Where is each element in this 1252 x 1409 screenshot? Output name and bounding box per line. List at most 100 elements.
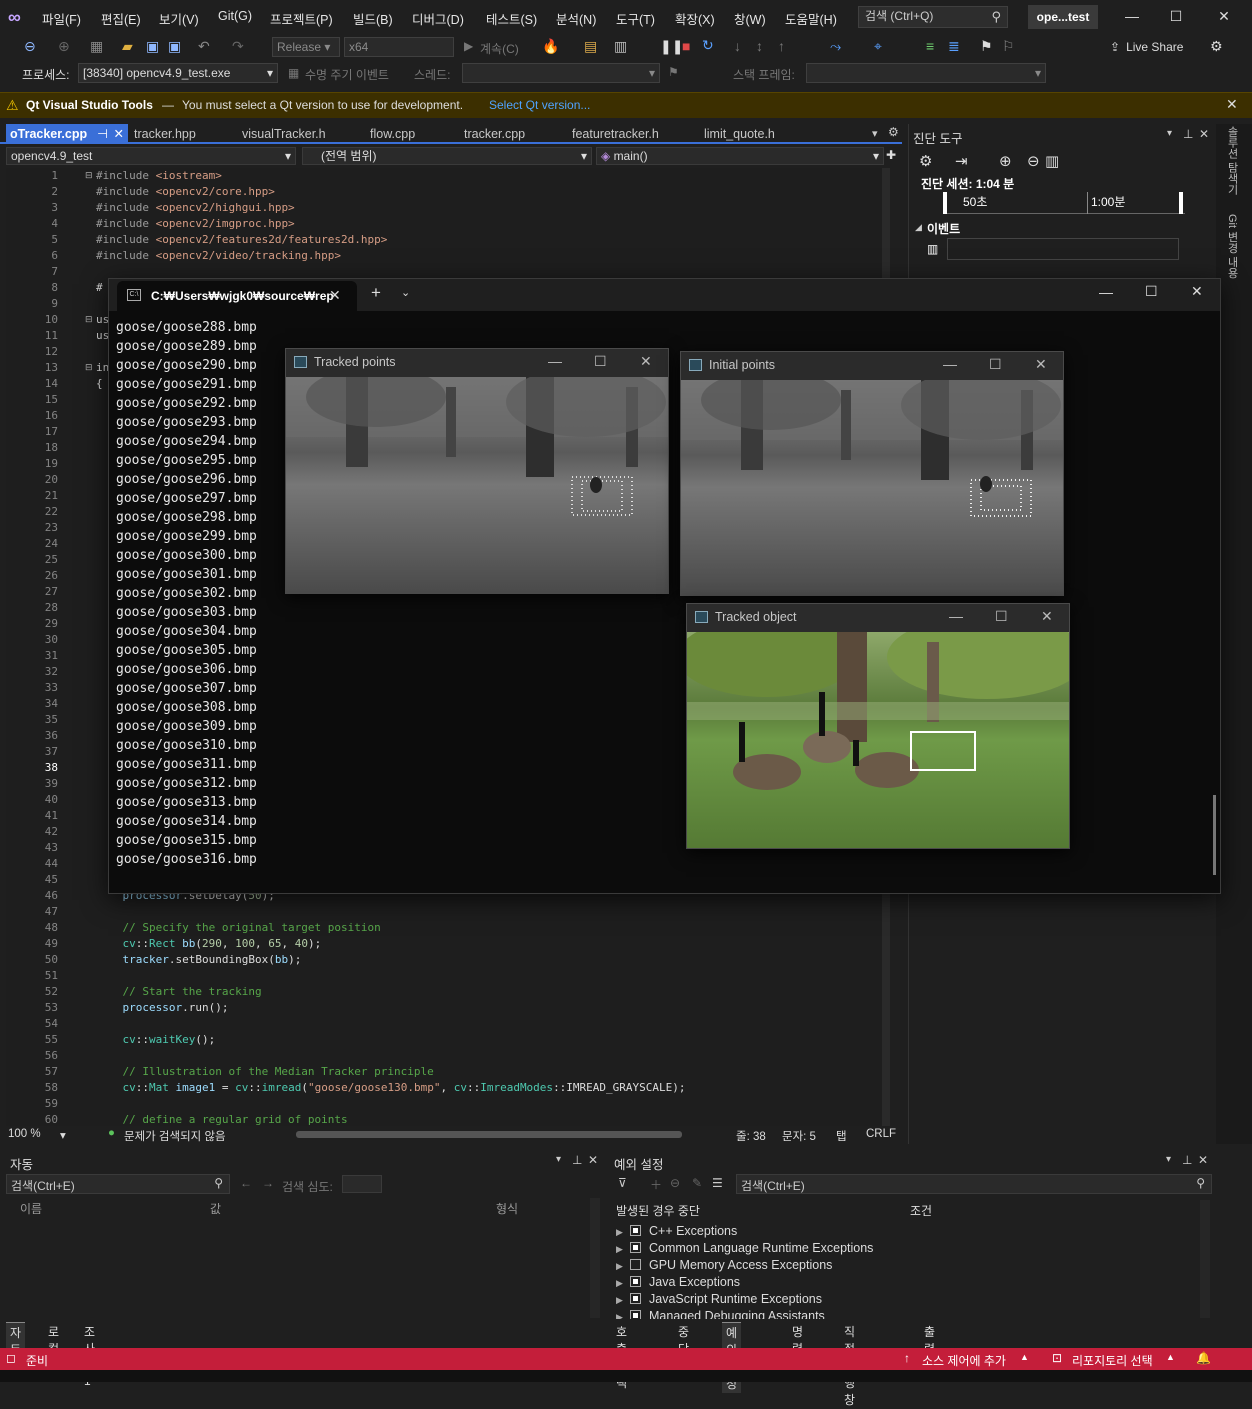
panel-menu-icon[interactable]: ▾ [556, 1154, 561, 1165]
autos-search-input[interactable]: 검색(Ctrl+E) ⚲ [6, 1174, 230, 1194]
open-folder-icon[interactable]: ▰ [122, 38, 133, 55]
configuration-select[interactable]: Release ▾ [272, 37, 340, 57]
exception-checkbox[interactable] [630, 1310, 641, 1319]
solution-explorer-side-tab[interactable]: 솔루션 탐색기 [1226, 126, 1240, 206]
lifecycle-events-icon[interactable]: ▦ [288, 66, 299, 80]
minimize-button[interactable]: — [949, 608, 963, 624]
cursor-icon[interactable]: ⌖ [874, 38, 882, 55]
timeline-ruler[interactable]: 50초 1:00분 [943, 192, 1185, 214]
forward-icon[interactable]: ⊕ [58, 38, 70, 55]
window-title-bar[interactable]: Tracked points — ☐ ✕ [286, 349, 668, 377]
col-condition-header[interactable]: 조건 [910, 1202, 932, 1219]
menu-item[interactable]: 파일(F) [42, 9, 81, 28]
select-qt-version-link[interactable]: Select Qt version... [489, 98, 590, 112]
output-icon[interactable]: ◻ [6, 1351, 16, 1365]
exception-checkbox[interactable] [630, 1225, 641, 1237]
maximize-button[interactable]: ☐ [989, 356, 1002, 373]
stackframe-select[interactable]: ▾ [806, 63, 1046, 83]
tab-dropdown-icon[interactable]: ⌄ [401, 286, 410, 299]
exception-row[interactable]: ▶ GPU Memory Access Exceptions [616, 1257, 1196, 1274]
zoom-level[interactable]: 100 % [8, 1128, 41, 1140]
tab-limit-quote-h[interactable]: limit_quote.h [700, 124, 816, 144]
exception-row[interactable]: ▶ Java Exceptions [616, 1274, 1196, 1291]
menu-item[interactable]: 확장(X) [675, 9, 715, 28]
col-value-header[interactable]: 값 [210, 1200, 221, 1217]
step-into-icon[interactable]: ↓ [734, 38, 741, 54]
terminal-tab[interactable]: C:\ C:₩Users₩wjgk0₩source₩rep ✕ [117, 281, 357, 311]
restart-icon[interactable]: ↻ [702, 37, 714, 54]
live-share-button[interactable]: ⇪ Live Share [1110, 40, 1183, 54]
maximize-button[interactable]: ☐ [594, 353, 607, 370]
collapse-icon[interactable]: ⊟ [85, 362, 93, 373]
tab-list-icon[interactable]: ▾ [872, 127, 878, 140]
uncomment-icon[interactable]: ≣ [948, 38, 960, 55]
git-changes-side-tab[interactable]: Git 변경 내용 [1226, 214, 1240, 294]
minimize-button[interactable]: — [943, 356, 957, 372]
step-over-icon[interactable]: ↕ [756, 38, 763, 54]
close-tab-icon[interactable]: ✕ [329, 287, 341, 304]
window-title-bar[interactable]: Initial points — ☐ ✕ [681, 352, 1063, 380]
timeline-end-marker[interactable] [1179, 192, 1183, 214]
project-name-badge[interactable]: ope...test [1028, 5, 1098, 29]
add-icon[interactable]: ＋ [650, 1176, 662, 1193]
pause-icon[interactable]: ❚❚ [660, 38, 683, 55]
prev-bookmark-icon[interactable]: ⚐ [1002, 38, 1015, 55]
tab-otracker-cpp[interactable]: oTracker.cpp ⊣ ✕ [6, 124, 128, 144]
lifecycle-events-label[interactable]: 수명 주기 이벤트 [305, 66, 389, 83]
zoom-out-icon[interactable]: ⊖ [1027, 152, 1040, 170]
issues-status[interactable]: 문제가 검색되지 않음 [124, 1128, 226, 1144]
menu-item[interactable]: 도구(T) [616, 9, 655, 28]
redo-icon[interactable]: ↷ [232, 38, 244, 55]
tab-tracker-hpp[interactable]: tracker.hpp [130, 124, 236, 144]
select-repository[interactable]: 리포지토리 선택 [1072, 1352, 1153, 1369]
pin-icon[interactable]: ⊥ [1183, 127, 1193, 141]
layout-icon[interactable]: ▥ [614, 38, 627, 55]
comment-icon[interactable]: ≡ [926, 38, 934, 54]
close-tab-icon[interactable]: ✕ [114, 124, 124, 144]
stop-icon[interactable]: ■ [682, 38, 690, 54]
exception-checkbox[interactable] [630, 1276, 641, 1288]
col-name-header[interactable]: 이름 [20, 1200, 42, 1217]
close-window-button[interactable]: ✕ [1041, 608, 1053, 625]
tab-featuretracker-h[interactable]: featuretracker.h [568, 124, 698, 144]
window-title-bar[interactable]: Tracked object — ☐ ✕ [687, 604, 1069, 632]
expand-arrow-icon[interactable]: ▶ [616, 1241, 630, 1258]
exception-checkbox[interactable] [630, 1259, 641, 1271]
hot-reload-icon[interactable]: 🔥 [542, 38, 559, 55]
col-break-header[interactable]: 발생된 경우 중단 [616, 1202, 700, 1219]
zoom-dropdown-icon[interactable]: ▾ [60, 1128, 66, 1142]
eol-indicator[interactable]: CRLF [866, 1128, 896, 1140]
menu-item[interactable]: 프로젝트(P) [270, 9, 333, 28]
back-arrow-icon[interactable]: ← [240, 1176, 252, 1190]
tab-flow-cpp[interactable]: flow.cpp [366, 124, 458, 144]
global-search-input[interactable]: 검색 (Ctrl+Q) ⚲ [858, 6, 1008, 28]
list-icon[interactable]: ☰ [712, 1176, 723, 1190]
minimize-button[interactable]: — [1099, 284, 1113, 300]
diagnostics-icon[interactable]: ⤳ [830, 38, 841, 55]
close-panel-icon[interactable]: ✕ [1198, 1153, 1208, 1167]
menu-item[interactable]: 빌드(B) [353, 9, 393, 28]
close-info-bar-icon[interactable]: ✕ [1226, 96, 1238, 113]
exception-row[interactable]: ▶ Common Language Runtime Exceptions [616, 1240, 1196, 1257]
column-indicator[interactable]: 문자: 5 [782, 1128, 816, 1144]
timeline-start-marker[interactable] [943, 192, 947, 214]
pin-tab-icon[interactable]: ⊣ [97, 124, 108, 144]
solution-explorer-icon[interactable]: ▤ [584, 38, 597, 55]
close-panel-icon[interactable]: ✕ [1199, 127, 1209, 141]
continue-icon[interactable]: ▶ [464, 39, 473, 53]
expand-events-icon[interactable]: ◢ [915, 222, 922, 233]
tab-tracker-cpp[interactable]: tracker.cpp [460, 124, 566, 144]
pin-icon[interactable]: ⊥ [572, 1153, 582, 1167]
collapse-icon[interactable]: ⊟ [85, 170, 93, 181]
remove-icon[interactable]: ⊖ [670, 1176, 680, 1190]
tab-indicator[interactable]: 탭 [836, 1128, 847, 1144]
close-panel-icon[interactable]: ✕ [588, 1153, 598, 1167]
settings-icon[interactable]: ⚙ [919, 152, 932, 170]
autos-scrollbar[interactable] [590, 1198, 600, 1318]
expand-arrow-icon[interactable]: ▶ [616, 1275, 630, 1292]
back-icon[interactable]: ⊖ [24, 38, 36, 55]
panel-menu-icon[interactable]: ▾ [1166, 1154, 1171, 1165]
exception-row[interactable]: ▶ C++ Exceptions [616, 1223, 1196, 1240]
menu-item[interactable]: 분석(N) [556, 9, 596, 28]
search-depth-select[interactable] [342, 1175, 382, 1193]
